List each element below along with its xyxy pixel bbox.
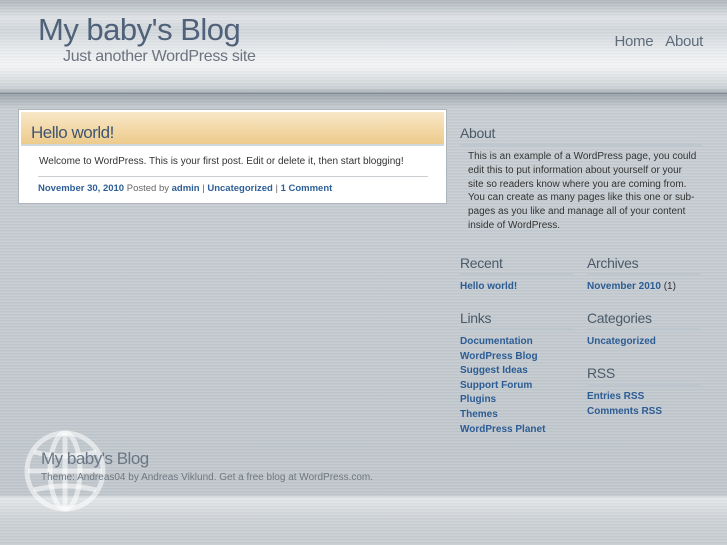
category-link[interactable]: Uncategorized <box>587 336 656 347</box>
entries-rss-link[interactable]: Entries RSS <box>587 391 644 402</box>
list-item: Documentation <box>460 335 573 350</box>
rss-list: Entries RSS Comments RSS <box>587 390 700 419</box>
categories-list: Uncategorized <box>587 335 700 350</box>
list-item: Hello world! <box>460 280 573 295</box>
site-header: My baby's Blog Just another WordPress si… <box>0 0 727 94</box>
post-comments-link[interactable]: 1 Comment <box>281 183 333 194</box>
rss-widget: RSS Entries RSS Comments RSS <box>587 365 700 419</box>
recent-widget: Recent Hello world! <box>460 255 573 295</box>
list-item: Comments RSS <box>587 405 700 420</box>
recent-post-link[interactable]: Hello world! <box>460 281 517 292</box>
posted-by-label: Posted by <box>126 183 169 194</box>
post-title-bar: Hello world! <box>21 112 444 146</box>
list-item: Suggest Ideas <box>460 364 573 379</box>
categories-widget-title: Categories <box>587 310 700 331</box>
list-item: Entries RSS <box>587 390 700 405</box>
link-support-forum[interactable]: Support Forum <box>460 380 532 391</box>
link-themes[interactable]: Themes <box>460 409 498 420</box>
post-body: Welcome to WordPress. This is your first… <box>39 156 404 167</box>
about-widget-title: About <box>460 125 702 146</box>
list-item: November 2010 (1) <box>587 280 700 295</box>
footer-site-title: My baby's Blog <box>41 449 149 468</box>
link-wordpress-blog[interactable]: WordPress Blog <box>460 351 538 362</box>
comments-rss-link[interactable]: Comments RSS <box>587 406 662 417</box>
nav-about-link[interactable]: About <box>665 33 703 50</box>
links-widget: Links Documentation WordPress Blog Sugge… <box>460 310 573 437</box>
site-title[interactable]: My baby's Blog <box>38 12 241 48</box>
link-documentation[interactable]: Documentation <box>460 336 533 347</box>
recent-widget-title: Recent <box>460 255 573 276</box>
list-item: Plugins <box>460 393 573 408</box>
archive-link[interactable]: November 2010 <box>587 281 661 292</box>
meta-separator: | <box>202 183 205 194</box>
archives-list: November 2010 (1) <box>587 280 700 295</box>
archive-count: (1) <box>663 281 676 292</box>
post-author-link[interactable]: admin <box>172 183 200 194</box>
categories-widget: Categories Uncategorized <box>587 310 700 350</box>
about-widget-text: This is an example of a WordPress page, … <box>468 151 697 231</box>
about-widget: About This is an example of a WordPress … <box>460 125 702 233</box>
site-tagline: Just another WordPress site <box>63 48 256 65</box>
links-widget-title: Links <box>460 310 573 331</box>
list-item: Uncategorized <box>587 335 700 350</box>
recent-list: Hello world! <box>460 280 573 295</box>
footer-credit: Theme: Andreas04 by Andreas Viklund. Get… <box>41 472 374 483</box>
meta-separator: | <box>275 183 278 194</box>
post-category-link[interactable]: Uncategorized <box>207 183 272 194</box>
list-item: WordPress Blog <box>460 350 573 365</box>
link-wordpress-planet[interactable]: WordPress Planet <box>460 424 545 435</box>
post-divider <box>38 176 428 177</box>
nav-home-link[interactable]: Home <box>614 33 653 50</box>
rss-widget-title: RSS <box>587 365 700 386</box>
link-suggest-ideas[interactable]: Suggest Ideas <box>460 365 528 376</box>
list-item: WordPress Planet <box>460 423 573 438</box>
post-title-link[interactable]: Hello world! <box>31 123 114 143</box>
list-item: Support Forum <box>460 379 573 394</box>
main-nav: Home About <box>614 33 703 50</box>
archives-widget-title: Archives <box>587 255 700 276</box>
list-item: Themes <box>460 408 573 423</box>
wordpress-globe-icon <box>22 428 108 514</box>
post-meta: November 30, 2010 Posted by admin | Unca… <box>38 183 332 194</box>
post-card: Hello world! Welcome to WordPress. This … <box>19 110 446 203</box>
post-date-link[interactable]: November 30, 2010 <box>38 183 124 194</box>
link-plugins[interactable]: Plugins <box>460 394 496 405</box>
archives-widget: Archives November 2010 (1) <box>587 255 700 295</box>
links-list: Documentation WordPress Blog Suggest Ide… <box>460 335 573 437</box>
